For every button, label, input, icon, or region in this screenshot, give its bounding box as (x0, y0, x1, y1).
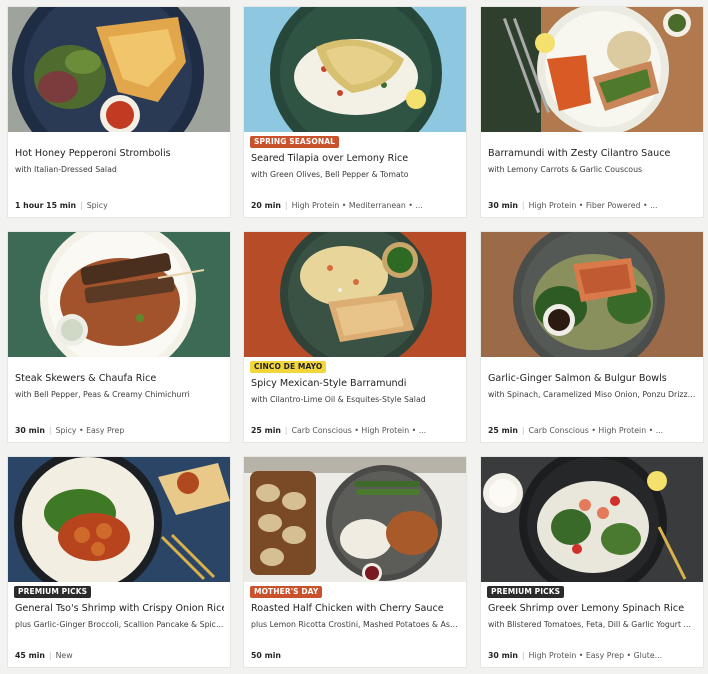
prep-time: 30 min (488, 651, 518, 660)
prep-time: 25 min (488, 426, 518, 435)
recipe-grid: Hot Honey Pepperoni Strombolis with Ital… (0, 0, 708, 674)
recipe-meta: 30 min | High Protein • Fiber Powered • ..… (488, 200, 697, 211)
prep-time: 20 min (251, 201, 281, 210)
promo-badge: CINCO DE MAYO (250, 361, 327, 373)
prep-time: 45 min (15, 651, 45, 660)
recipe-photo (481, 7, 703, 132)
recipe-meta: 1 hour 15 min | Spicy (15, 200, 224, 211)
prep-time: 30 min (15, 426, 45, 435)
recipe-title: Greek Shrimp over Lemony Spinach Rice (488, 603, 685, 614)
recipe-title: Seared Tilapia over Lemony Rice (251, 153, 409, 164)
recipe-meta: 45 min | New (15, 650, 224, 661)
promo-badge: PREMIUM PICKS (14, 586, 92, 598)
recipe-card-greek-shrimp[interactable]: PREMIUM PICKS Greek Shrimp over Lemony S… (481, 457, 703, 667)
recipe-subtitle: with Cilantro-Lime Oil & Esquites-Style … (251, 395, 426, 404)
recipe-subtitle: with Lemony Carrots & Garlic Couscous (488, 165, 643, 174)
prep-time: 30 min (488, 201, 518, 210)
recipe-photo (8, 232, 230, 357)
recipe-photo (481, 232, 703, 357)
recipe-tags: Carb Conscious • High Protein • ... (528, 426, 664, 435)
recipe-tags: High Protein • Mediterranean • ... (291, 201, 423, 210)
meta-separator: | (521, 201, 525, 210)
meta-separator: | (284, 201, 288, 210)
recipe-card-mexican-barramundi[interactable]: CINCO DE MAYO Spicy Mexican-Style Barram… (244, 232, 466, 442)
promo-badge: SPRING SEASONAL (250, 136, 339, 148)
prep-time: 50 min (251, 651, 281, 660)
recipe-subtitle: with Green Olives, Bell Pepper & Tomato (251, 170, 409, 179)
recipe-photo (8, 7, 230, 132)
recipe-meta: 20 min | High Protein • Mediterranean • ..… (251, 200, 460, 211)
prep-time: 1 hour 15 min (15, 201, 77, 210)
recipe-tags: High Protein • Fiber Powered • ... (528, 201, 658, 210)
promo-badge: MOTHER'S DAY (250, 586, 323, 598)
recipe-card-garlic-ginger-salmon[interactable]: Garlic-Ginger Salmon & Bulgur Bowls with… (481, 232, 703, 442)
recipe-meta: 25 min | Carb Conscious • High Protein • .… (251, 425, 460, 436)
recipe-tags: High Protein • Easy Prep • Glute... (528, 651, 663, 660)
recipe-tags: New (55, 651, 73, 660)
meta-separator: | (521, 426, 525, 435)
recipe-tags: Spicy • Easy Prep (55, 426, 125, 435)
recipe-title: Hot Honey Pepperoni Strombolis (15, 148, 171, 159)
recipe-subtitle: with Blistered Tomatoes, Feta, Dill & Ga… (488, 620, 691, 629)
recipe-meta: 25 min | Carb Conscious • High Protein • .… (488, 425, 697, 436)
meta-separator: | (48, 426, 52, 435)
recipe-subtitle: with Spinach, Caramelized Miso Onion, Po… (488, 390, 697, 399)
recipe-meta: 50 min (251, 650, 460, 661)
recipe-card-general-tsos-shrimp[interactable]: PREMIUM PICKS General Tso's Shrimp with … (8, 457, 230, 667)
recipe-photo (244, 457, 466, 582)
recipe-photo (8, 457, 230, 582)
recipe-subtitle: plus Lemon Ricotta Crostini, Mashed Pota… (251, 620, 460, 629)
prep-time: 25 min (251, 426, 281, 435)
recipe-title: Garlic-Ginger Salmon & Bulgur Bowls (488, 373, 667, 384)
recipe-photo (244, 232, 466, 357)
recipe-card-strombolis[interactable]: Hot Honey Pepperoni Strombolis with Ital… (8, 7, 230, 217)
meta-separator: | (80, 201, 83, 210)
promo-badge: PREMIUM PICKS (487, 586, 565, 598)
recipe-tags: Spicy (86, 201, 108, 210)
meta-separator: | (284, 426, 288, 435)
recipe-card-steak-skewers[interactable]: Steak Skewers & Chaufa Rice with Bell Pe… (8, 232, 230, 442)
recipe-meta: 30 min | High Protein • Easy Prep • Glute.… (488, 650, 697, 661)
recipe-meta: 30 min | Spicy • Easy Prep (15, 425, 224, 436)
recipe-title: Steak Skewers & Chaufa Rice (15, 373, 157, 384)
recipe-photo (244, 7, 466, 132)
recipe-subtitle: with Italian-Dressed Salad (15, 165, 117, 174)
recipe-tags: Carb Conscious • High Protein • ... (291, 426, 427, 435)
recipe-card-barramundi-cilantro[interactable]: Barramundi with Zesty Cilantro Sauce wit… (481, 7, 703, 217)
meta-separator: | (521, 651, 525, 660)
meta-separator: | (48, 651, 52, 660)
recipe-subtitle: with Bell Pepper, Peas & Creamy Chimichu… (15, 390, 190, 399)
recipe-photo (481, 457, 703, 582)
recipe-card-seared-tilapia[interactable]: SPRING SEASONAL Seared Tilapia over Lemo… (244, 7, 466, 217)
recipe-title: Barramundi with Zesty Cilantro Sauce (488, 148, 671, 159)
recipe-subtitle: plus Garlic-Ginger Broccoli, Scallion Pa… (15, 620, 224, 629)
recipe-title: General Tso's Shrimp with Crispy Onion R… (15, 603, 224, 614)
recipe-title: Spicy Mexican-Style Barramundi (251, 378, 407, 389)
recipe-card-roasted-half-chicken[interactable]: MOTHER'S DAY Roasted Half Chicken with C… (244, 457, 466, 667)
recipe-title: Roasted Half Chicken with Cherry Sauce (251, 603, 444, 614)
